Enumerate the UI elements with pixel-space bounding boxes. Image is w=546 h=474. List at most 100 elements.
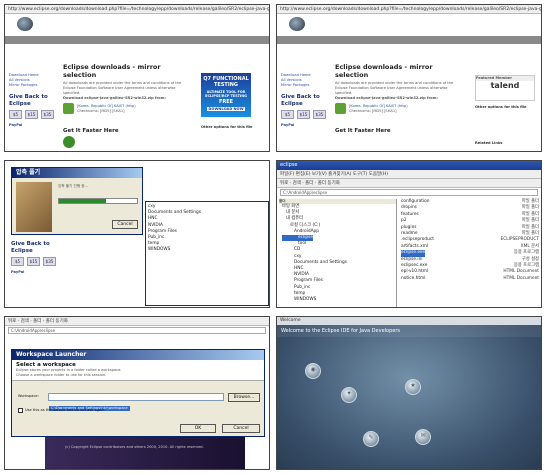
menu-committers[interactable]: Committers — [97, 46, 127, 54]
workspace-label: Workspace: — [18, 394, 39, 398]
menu-projects[interactable]: Projects — [155, 46, 178, 54]
browse-button[interactable]: Browse... — [228, 393, 260, 402]
menu-home[interactable]: Home — [5, 46, 24, 54]
unzip-cancel-button[interactable]: Cancel — [112, 220, 138, 229]
cancel-button[interactable]: Cancel — [222, 424, 260, 433]
paypal-logo-3[interactable]: PayPal — [11, 270, 59, 275]
panel-browser-download: http://www.eclipse.org/downloads/downloa… — [4, 4, 270, 152]
panel-explorer: eclipse 파일(F) 편집(E) 보기(V) 즐겨찾기(A) 도구(T) … — [276, 160, 542, 308]
tree-windows[interactable]: WINDOWS — [282, 297, 396, 303]
give-back-heading-3: Give Back to Eclipse — [11, 241, 50, 254]
featured-member-box: Featured Member talend — [475, 75, 535, 101]
faster-heading-2: Get It Faster Here — [335, 128, 391, 134]
donate-35-button-2[interactable]: $35 — [313, 110, 326, 119]
default-checkbox-label: Use this as the default and do not ask a… — [25, 408, 105, 412]
panel-browser-download-2: http://www.eclipse.org/downloads/downloa… — [276, 4, 542, 152]
sidebar: Download Home All Versions Mirror Packag… — [9, 73, 57, 128]
type-12: HTML Document — [503, 275, 539, 281]
mirror-link[interactable]: [Korea, Republic Of] KAIST (http) — [77, 104, 136, 109]
tree-item-8[interactable]: WINDOWS — [148, 247, 266, 253]
menu-about[interactable]: About Us — [178, 46, 203, 54]
give-back-heading: Give Back to Eclipse — [9, 94, 48, 107]
donate-5-button-2[interactable]: $5 — [281, 110, 294, 119]
donate-15-button-2[interactable]: $15 — [297, 110, 310, 119]
splash-copyright: (c) Copyright Eclipse contributors and o… — [65, 445, 204, 449]
menu-members-2[interactable]: Members — [344, 46, 370, 54]
browser-address-bar[interactable]: http://www.eclipse.org/downloads/downloa… — [5, 5, 269, 14]
explorer-toolbar-2[interactable]: 뒤로 · 검색 · 폴더 · 폴더 동기화 — [5, 317, 269, 326]
mirror-link-2[interactable]: [Korea, Republic Of] KAIST (http) — [349, 104, 408, 109]
menu-resources-2[interactable]: Resources — [400, 46, 427, 54]
file-eclipse-exe[interactable]: eclipse.exe — [401, 250, 425, 257]
unzip-image — [16, 182, 52, 232]
panel-workspace-launcher: 뒤로 · 검색 · 폴더 · 폴더 동기화 C:\AndroidApp\ecli… — [4, 316, 270, 470]
tutorial-collage: http://www.eclipse.org/downloads/downloa… — [0, 0, 546, 474]
panel-welcome: Welcome Welcome to the Eclipse IDE for J… — [276, 316, 542, 470]
ok-button[interactable]: OK — [180, 424, 216, 433]
menu-users-2[interactable]: Users — [325, 46, 344, 54]
menu-committers-2[interactable]: Committers — [369, 46, 399, 54]
sidebar-link-mirror[interactable]: Mirror Packages — [9, 83, 57, 88]
file-types: 파일 폴더 파일 폴더 파일 폴더 파일 폴더 파일 폴더 파일 폴더 ECLI… — [491, 199, 539, 282]
checksums-2[interactable]: Checksums: [MD5] [SHA1] — [349, 109, 408, 114]
explorer-menu: 파일(F) 편집(E) 보기(V) 즐겨찾기(A) 도구(T) 도움말(H) — [277, 170, 541, 179]
donate-35-button[interactable]: $35 — [41, 110, 54, 119]
donate-15-button[interactable]: $15 — [25, 110, 38, 119]
workspace-desc-2: Choose a workspace folder to use for thi… — [16, 373, 107, 377]
menu-members[interactable]: Members — [72, 46, 98, 54]
page-title-2: Eclipse downloads - mirror selection — [335, 63, 433, 79]
ad-line2: ULTIMATE TOOL FOR ECLIPSE/RCP TESTING — [205, 90, 247, 98]
sidebar-link-mirror-2[interactable]: Mirror Packages — [281, 83, 329, 88]
paypal-logo[interactable]: PayPal — [9, 123, 57, 128]
unzip-title: 압축 풀기 — [12, 168, 142, 178]
welcome-tab[interactable]: Welcome — [277, 317, 541, 325]
samples-glyph: ✉ — [420, 432, 426, 439]
give-back-heading-2: Give Back to Eclipse — [281, 94, 320, 107]
unzip-progress — [58, 198, 138, 204]
download-from-2: Download eclipse-java-galileo-SR2-win32.… — [335, 96, 438, 100]
menu-home-2[interactable]: Home — [277, 46, 296, 54]
donate-5-button-3[interactable]: $5 — [11, 257, 24, 266]
download-arrow-icon[interactable] — [63, 103, 74, 114]
browser-address-bar-2[interactable]: http://www.eclipse.org/downloads/downloa… — [277, 5, 541, 14]
menu-about-2[interactable]: About Us — [450, 46, 475, 54]
donate-5-button[interactable]: $5 — [9, 110, 22, 119]
paypal-logo-2[interactable]: PayPal — [281, 123, 329, 128]
eclipse-header — [5, 14, 269, 34]
intro-text: All downloads are provided under the ter… — [63, 81, 182, 95]
menu-downloads-2[interactable]: Downloads — [296, 46, 325, 54]
other-options-heading-2: Other options for this file — [475, 105, 527, 109]
q7-ad-banner[interactable]: Q7 FUNCTIONAL TESTING ULTIMATE TOOL FOR … — [201, 73, 251, 117]
explorer-toolbar[interactable]: 뒤로 · 검색 · 폴더 · 폴더 동기화 — [277, 179, 541, 188]
menu-users[interactable]: Users — [53, 46, 72, 54]
faster-heading: Get It Faster Here — [63, 128, 119, 134]
explorer-address[interactable]: C:\AndroidApp\eclipse — [280, 189, 538, 196]
explorer-window-behind: cxy Documents and Settings HNC NVIDIA Pr… — [145, 201, 269, 306]
related-links-heading: Related Links — [475, 141, 503, 145]
donate-15-button-3[interactable]: $15 — [27, 257, 40, 266]
menu-resources[interactable]: Resources — [128, 46, 155, 54]
ad-line1: Q7 FUNCTIONAL TESTING — [203, 76, 249, 88]
file-list: configuration dropins features p2 plugin… — [401, 199, 491, 282]
folder-tree: 폴더 바탕 화면 내 문서 내 컴퓨터 로컬 디스크 (C:) AndroidA… — [279, 199, 397, 307]
workspace-title: Workspace Launcher — [12, 350, 264, 360]
tutorial-glyph: ✎ — [368, 434, 374, 441]
donate-35-button-3[interactable]: $35 — [43, 257, 56, 266]
unzip-dialog: 압축 풀기 압축 풀기 진행 중... Cancel — [11, 167, 143, 235]
menu-projects-2[interactable]: Projects — [427, 46, 450, 54]
bittorrent-icon[interactable] — [63, 136, 75, 148]
default-checkbox[interactable] — [18, 408, 23, 413]
star-glyph: ✦ — [346, 390, 352, 397]
other-options-heading: Other options for this file — [201, 125, 253, 129]
main-content: Eclipse downloads - mirror selection All… — [63, 61, 193, 148]
download-arrow-icon-2[interactable] — [335, 103, 346, 114]
file-notice[interactable]: notice.html — [401, 276, 491, 282]
workspace-combo[interactable]: C:\Documents and Settings\hkr\workspace — [48, 393, 224, 411]
donation-options: $5 $15 $35 — [9, 110, 57, 119]
unzip-text: 압축 풀기 진행 중... — [58, 184, 88, 188]
explorer-address-2[interactable]: C:\AndroidApp\eclipse — [8, 327, 266, 334]
checksums[interactable]: Checksums: [MD5] [SHA1] — [77, 109, 136, 114]
ad-cta[interactable]: DOWNLOAD NOW — [207, 107, 245, 111]
menu-downloads[interactable]: Downloads — [24, 46, 53, 54]
talend-logo[interactable]: talend — [476, 81, 534, 90]
